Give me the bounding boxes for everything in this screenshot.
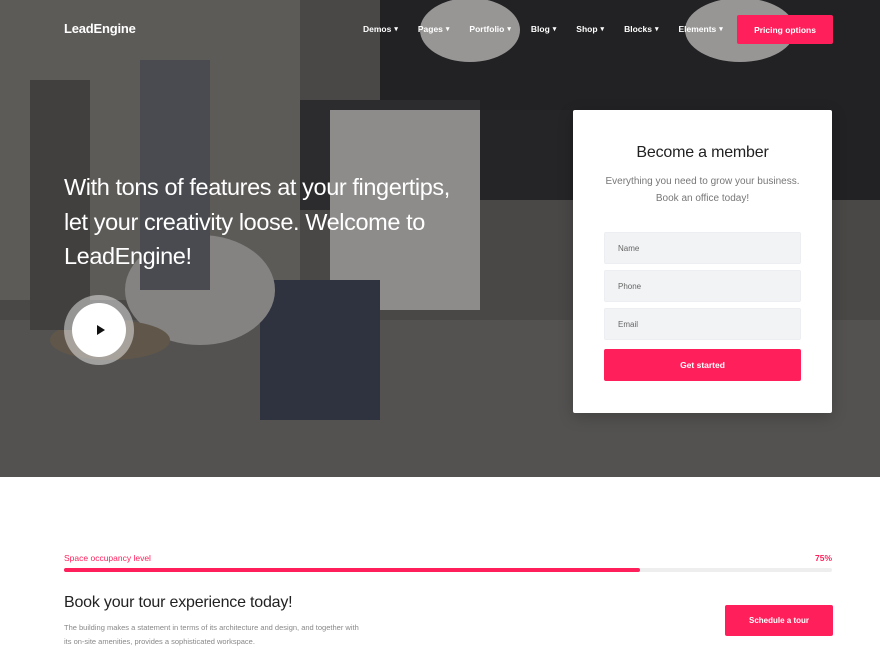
phone-field[interactable] <box>604 270 801 302</box>
nav-item-label: Portfolio <box>469 24 505 34</box>
nav-item-pages[interactable]: Pages ▾ <box>418 24 450 34</box>
name-field[interactable] <box>604 232 801 264</box>
nav-item-label: Pages <box>417 24 443 34</box>
nav-item-elements[interactable]: Elements ▾ <box>678 24 722 34</box>
play-icon <box>96 325 105 335</box>
chevron-down-icon: ▾ <box>600 26 605 33</box>
form-title: Become a member <box>636 144 769 161</box>
occupancy-progress-fill <box>64 568 640 572</box>
pricing-options-button[interactable]: Pricing options <box>737 15 833 44</box>
schedule-tour-button[interactable]: Schedule a tour <box>725 605 833 636</box>
site-logo[interactable]: LeadEngine <box>64 21 136 36</box>
nav-item-label: Shop <box>576 24 598 34</box>
chevron-down-icon: ▾ <box>552 26 557 33</box>
nav-item-blog[interactable]: Blog ▾ <box>531 24 556 34</box>
nav-item-shop[interactable]: Shop ▾ <box>576 24 604 34</box>
tour-description: The building makes a statement in terms … <box>64 623 359 646</box>
signup-form-card: Become a member Everything you need to g… <box>573 110 832 413</box>
email-field[interactable] <box>604 308 801 340</box>
nav-item-label: Blocks <box>624 24 652 34</box>
nav-item-portfolio[interactable]: Portfolio ▾ <box>469 24 510 34</box>
play-button-circle <box>72 303 126 357</box>
nav-item-blocks[interactable]: Blocks ▾ <box>624 24 658 34</box>
tour-title: Book your tour experience today! <box>64 594 293 611</box>
main-menu: Demos ▾ Pages ▾ Portfolio ▾ Blog ▾ Shop ▾ Blo… <box>363 24 743 34</box>
nav-item-label: Demos <box>363 24 392 34</box>
occupancy-label: Space occupancy level <box>64 553 151 563</box>
top-navigation: LeadEngine Demos ▾ Pages ▾ Portfolio ▾ Blog… <box>0 0 880 60</box>
chevron-down-icon: ▾ <box>719 26 723 33</box>
nav-item-label: Elements <box>678 24 717 34</box>
hero-section: LeadEngine Demos ▾ Pages ▾ Portfolio ▾ Blog… <box>0 0 880 477</box>
chevron-down-icon: ▾ <box>654 26 659 33</box>
video-play-button[interactable] <box>64 295 134 365</box>
form-subtitle: Everything you need to grow your busines… <box>605 176 800 204</box>
occupancy-value: 75% <box>814 553 832 563</box>
get-started-button[interactable]: Get started <box>604 349 801 381</box>
nav-item-label: Blog <box>530 24 550 34</box>
chevron-down-icon: ▾ <box>507 26 511 33</box>
occupancy-progress-bar <box>64 568 832 572</box>
nav-item-demos[interactable]: Demos ▾ <box>363 24 398 34</box>
chevron-down-icon: ▾ <box>394 26 398 33</box>
chevron-down-icon: ▾ <box>445 26 450 33</box>
hero-headline: With tons of features at your fingertips… <box>64 174 450 269</box>
